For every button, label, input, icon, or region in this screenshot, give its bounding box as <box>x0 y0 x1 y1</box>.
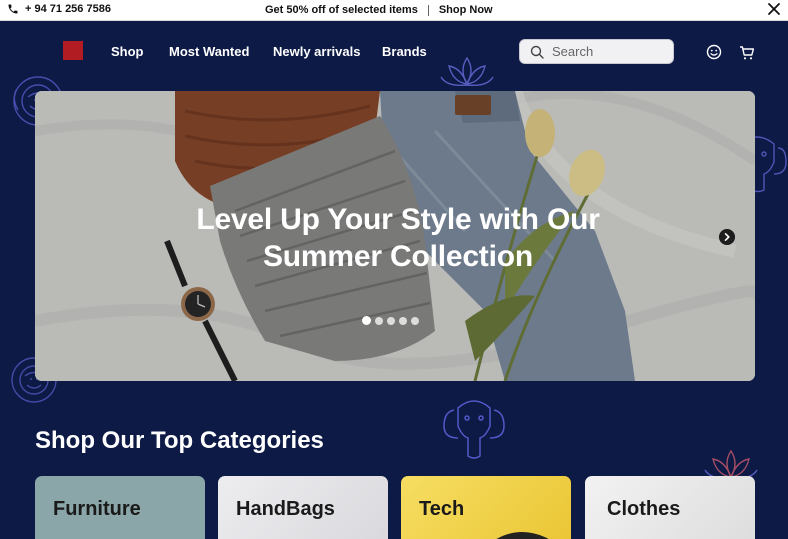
search-box[interactable] <box>519 39 674 64</box>
hero-headline-line2: Summer Collection <box>263 240 533 273</box>
promo-divider <box>427 4 429 16</box>
carousel-dot[interactable] <box>362 316 371 325</box>
category-label: HandBags <box>236 498 335 520</box>
nav-link-most-wanted[interactable]: Most Wanted <box>169 44 249 59</box>
category-label: Clothes <box>607 498 681 520</box>
hero-banner[interactable]: Level Up Your Style with Our Summer Coll… <box>35 91 755 381</box>
category-card-furniture[interactable]: Furniture <box>35 476 205 539</box>
lotus-icon <box>440 56 494 87</box>
nav-link-shop[interactable]: Shop <box>111 44 144 59</box>
nav-link-brands[interactable]: Brands <box>382 44 427 59</box>
brand-logo[interactable] <box>63 41 83 60</box>
promo-message: Get 50% off of selected items Shop Now <box>265 4 493 16</box>
carousel-dots <box>362 316 419 325</box>
user-icon[interactable] <box>706 44 722 60</box>
phone-icon <box>8 4 18 14</box>
carousel-dot[interactable] <box>375 316 383 325</box>
carousel-dot[interactable] <box>399 316 407 325</box>
category-card-clothes[interactable]: Clothes <box>585 476 755 539</box>
elephant-icon <box>443 400 505 459</box>
hero-headline-line1: Level Up Your Style with Our <box>196 203 600 236</box>
phone-contact[interactable]: + 94 71 256 7586 <box>7 3 111 15</box>
cart-icon[interactable] <box>739 45 755 61</box>
carousel-dot[interactable] <box>387 316 395 325</box>
hero-headline: Level Up Your Style with Our Summer Coll… <box>35 201 755 275</box>
category-label: Furniture <box>53 498 141 520</box>
category-label: Tech <box>419 498 465 520</box>
carousel-dot[interactable] <box>411 316 419 325</box>
search-icon <box>530 45 544 59</box>
nav-link-newly-arrivals[interactable]: Newly arrivals <box>273 44 360 59</box>
close-icon[interactable] <box>767 2 781 16</box>
headphones-image <box>496 532 549 539</box>
search-input[interactable] <box>552 44 662 59</box>
promo-bar: + 94 71 256 7586 Get 50% off of selected… <box>0 0 788 21</box>
shop-now-link[interactable]: Shop Now <box>439 4 493 16</box>
promo-text: Get 50% off of selected items <box>265 4 418 16</box>
categories-title: Shop Our Top Categories <box>35 427 324 454</box>
chevron-right-icon[interactable] <box>719 229 735 245</box>
phone-number: + 94 71 256 7586 <box>25 3 111 15</box>
category-card-handbags[interactable]: HandBags <box>218 476 388 539</box>
category-card-tech[interactable]: Tech <box>401 476 571 539</box>
